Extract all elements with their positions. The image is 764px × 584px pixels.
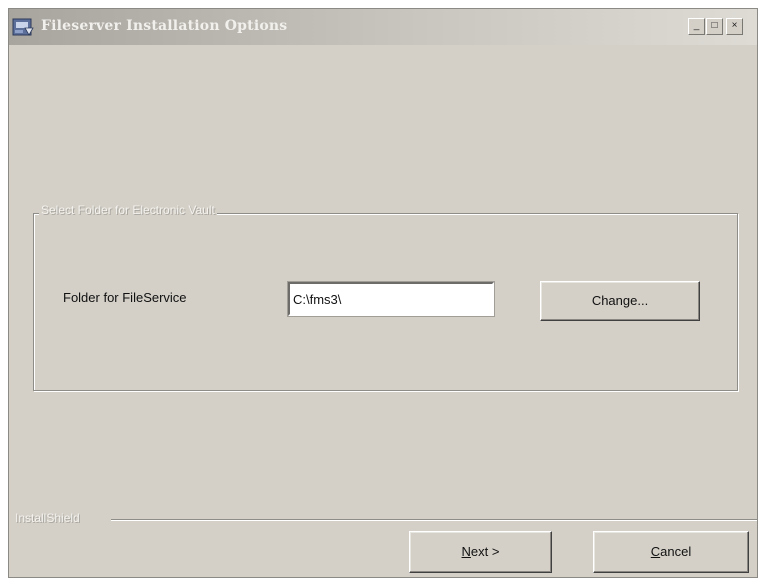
close-button[interactable]: × bbox=[726, 18, 743, 35]
next-accel-key: N bbox=[461, 544, 471, 559]
change-button[interactable]: Change... bbox=[540, 281, 700, 321]
title-bar[interactable]: Fileserver Installation Options _ □ × bbox=[9, 9, 757, 45]
cancel-label: ancel bbox=[660, 544, 692, 559]
cancel-button[interactable]: Cancel bbox=[593, 531, 749, 573]
window-title: Fileserver Installation Options bbox=[41, 18, 288, 34]
footer-divider bbox=[111, 519, 757, 521]
maximize-icon: □ bbox=[711, 20, 718, 31]
close-icon: × bbox=[731, 20, 738, 31]
cancel-accel-key: C bbox=[650, 544, 661, 559]
minimize-button[interactable]: _ bbox=[688, 18, 705, 35]
installer-window: Fileserver Installation Options _ □ × Se… bbox=[8, 8, 758, 578]
next-button[interactable]: Next > bbox=[409, 531, 552, 573]
maximize-button[interactable]: □ bbox=[706, 18, 723, 35]
groupbox-legend: Select Folder for Electronic Vault bbox=[39, 203, 217, 217]
installer-app-icon bbox=[12, 18, 34, 36]
next-label: ext > bbox=[470, 544, 500, 559]
installshield-brand: InstallShield bbox=[15, 511, 80, 525]
folder-path-input[interactable] bbox=[287, 281, 495, 317]
folder-label: Folder for FileService bbox=[63, 290, 187, 305]
minimize-icon: _ bbox=[693, 20, 700, 31]
